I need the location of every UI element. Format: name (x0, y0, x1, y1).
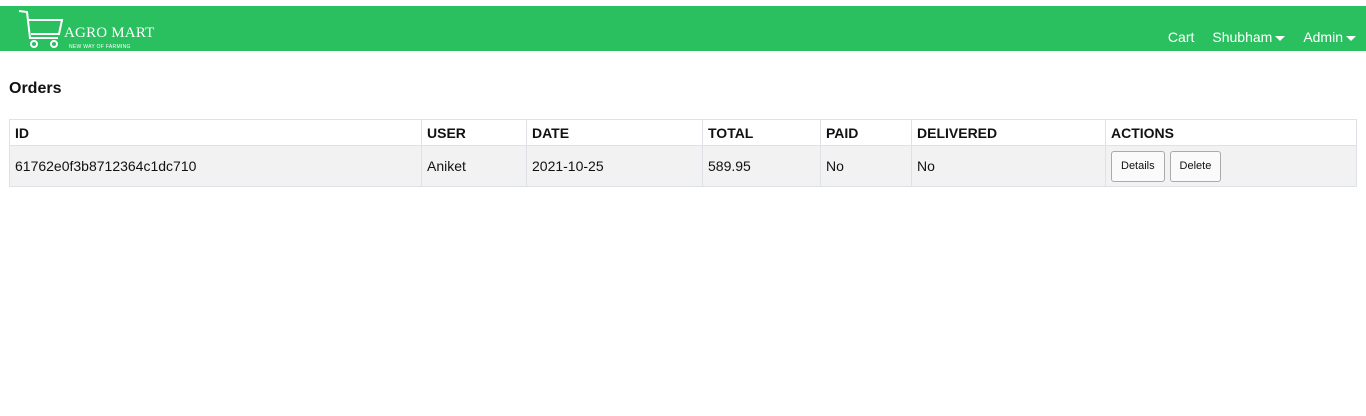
column-header-paid: PAID (820, 119, 912, 146)
user-dropdown-label: Shubham (1212, 29, 1273, 45)
column-header-total: TOTAL (702, 119, 821, 146)
cart-link-label: Cart (1167, 29, 1195, 45)
order-id-cell: 61762e0f3b8712364c1dc710 (9, 145, 422, 187)
admin-dropdown[interactable]: Admin (1303, 29, 1356, 45)
order-date-cell: 2021-10-25 (526, 145, 703, 187)
navbar: AGRO MART NEW WAY OF FARMING Cart Shubha… (0, 6, 1366, 51)
orders-table: ID USER DATE TOTAL PAID DELIVERED ACTION… (9, 119, 1357, 187)
order-total-cell: 589.95 (702, 145, 821, 187)
nav-menu: Cart Shubham Admin (1150, 29, 1356, 45)
column-header-user: USER (421, 119, 527, 146)
column-header-date: DATE (526, 119, 703, 146)
column-header-id: ID (9, 119, 422, 146)
cart-link[interactable]: Cart (1168, 29, 1194, 45)
order-delivered-cell: No (911, 145, 1106, 187)
table-row: 61762e0f3b8712364c1dc710 Aniket 2021-10-… (9, 145, 1357, 187)
caret-down-icon (1346, 35, 1356, 41)
details-button[interactable]: Details (1111, 150, 1165, 182)
admin-dropdown-label: Admin (1303, 29, 1343, 45)
brand-tagline: NEW WAY OF FARMING (69, 44, 131, 50)
shopping-cart-icon (18, 10, 64, 48)
column-header-delivered: DELIVERED (911, 119, 1106, 146)
brand-title: AGRO MART (64, 25, 155, 41)
table-header-row: ID USER DATE TOTAL PAID DELIVERED ACTION… (9, 119, 1357, 146)
user-dropdown[interactable]: Shubham (1212, 29, 1286, 45)
page-title: Orders (9, 80, 62, 97)
order-user-cell: Aniket (421, 145, 527, 187)
order-paid-cell: No (820, 145, 912, 187)
caret-down-icon (1275, 35, 1286, 41)
column-header-actions: ACTIONS (1105, 119, 1357, 146)
delete-button[interactable]: Delete (1169, 150, 1222, 182)
order-actions-cell: Details Delete (1105, 145, 1357, 187)
